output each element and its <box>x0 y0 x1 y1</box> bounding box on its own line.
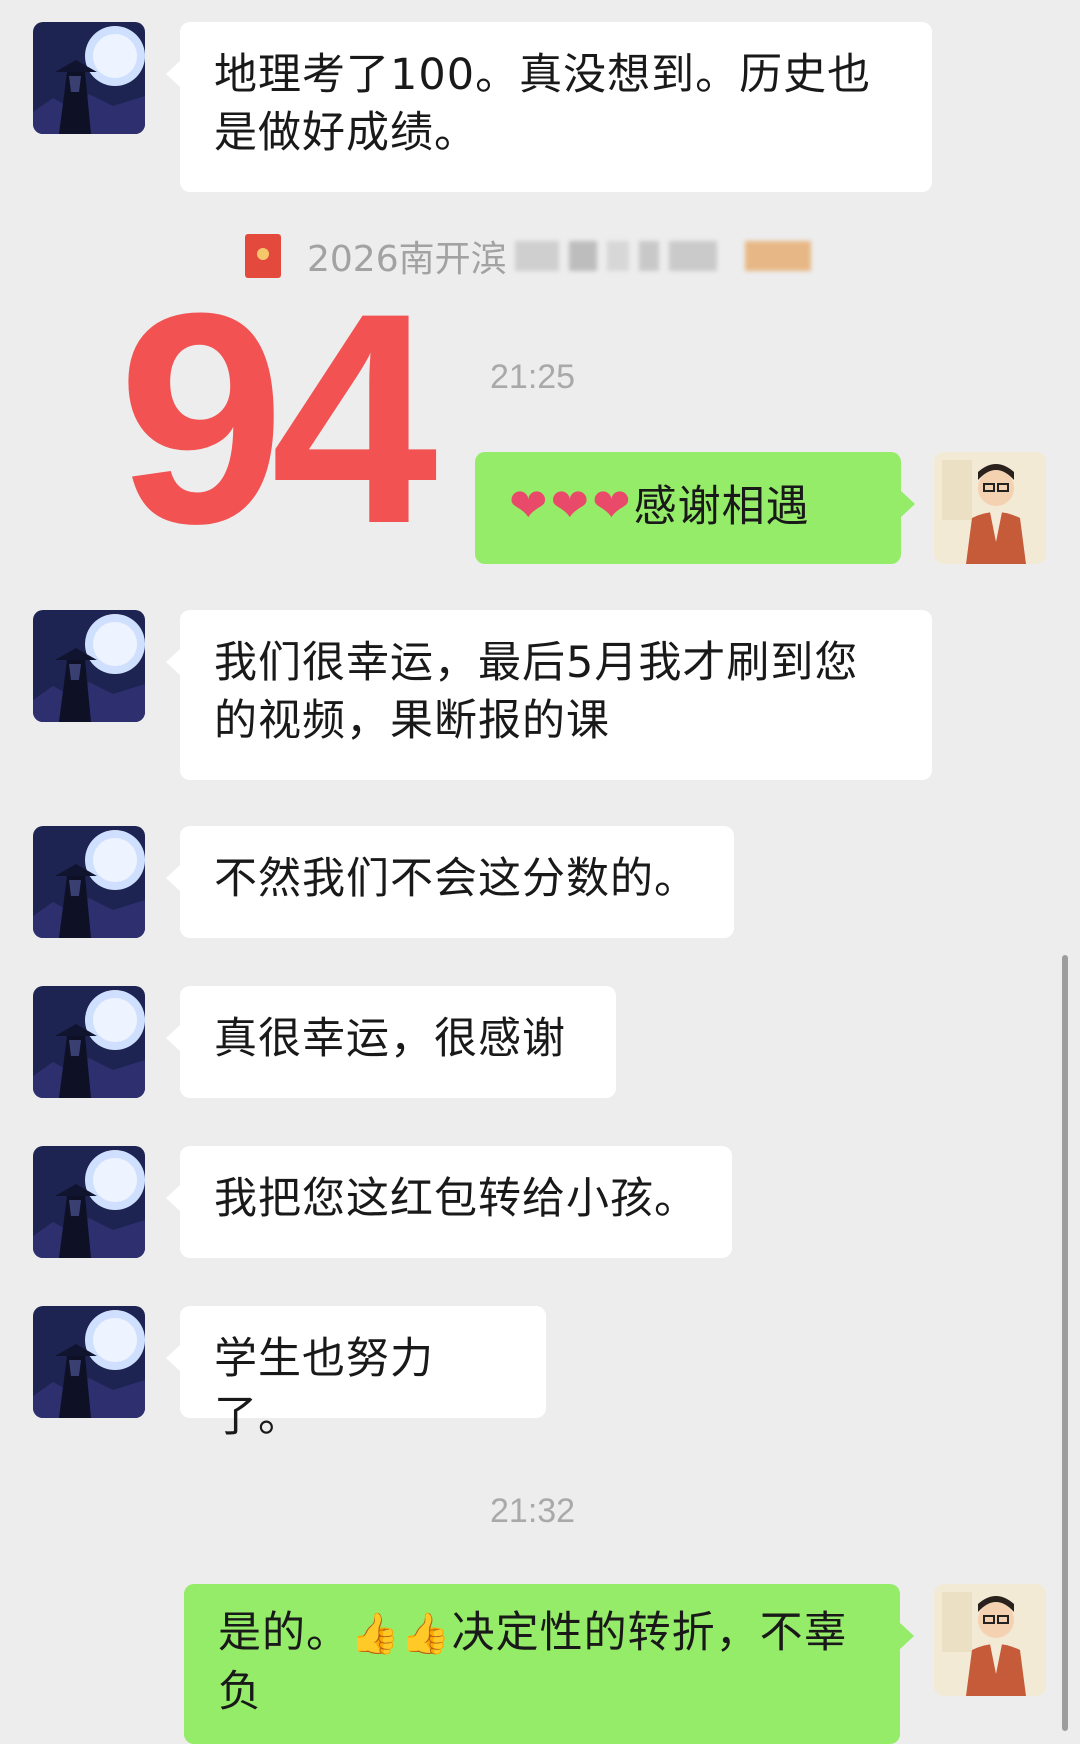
message-bubble[interactable]: 不然我们不会这分数的。 <box>166 826 734 938</box>
message-bubble[interactable]: 我把您这红包转给小孩。 <box>166 1146 732 1258</box>
message-bubble[interactable]: 真很幸运，很感谢 <box>166 986 616 1098</box>
timestamp: 21:25 <box>490 358 576 396</box>
my-avatar[interactable] <box>934 1584 1046 1696</box>
thumbs-up-icon: 👍 <box>400 1611 452 1657</box>
contact-avatar[interactable] <box>33 22 145 134</box>
heart-icon: ❤ <box>592 478 632 532</box>
contact-avatar[interactable] <box>33 986 145 1098</box>
contact-avatar[interactable] <box>33 826 145 938</box>
contact-avatar[interactable] <box>33 610 145 722</box>
my-avatar[interactable] <box>934 452 1046 564</box>
score-overlay: 94 <box>118 250 438 586</box>
message-text: 学生也努力了。 <box>214 1334 434 1442</box>
message-text: 真很幸运，很感谢 <box>214 1014 566 1064</box>
timestamp: 21:32 <box>490 1492 576 1530</box>
thumbs-up-icon: 👍 <box>350 1611 401 1657</box>
message-bubble[interactable]: 我们很幸运，最后5月我才刷到您的视频，果断报的课 <box>166 610 932 780</box>
heart-icon: ❤ <box>550 478 591 532</box>
message-bubble-outgoing[interactable]: ❤❤❤感谢相遇 <box>475 452 915 564</box>
contact-avatar[interactable] <box>33 1146 145 1258</box>
redacted-text <box>514 241 821 271</box>
message-bubble[interactable]: 学生也努力了。 <box>166 1306 546 1442</box>
message-text: 不然我们不会这分数的。 <box>214 854 698 904</box>
message-text: 是的。 <box>218 1608 350 1658</box>
contact-avatar[interactable] <box>33 1306 145 1418</box>
message-text: 我把您这红包转给小孩。 <box>214 1174 698 1224</box>
message-text: 我们很幸运，最后5月我才刷到您的视频，果断报的课 <box>214 638 859 746</box>
heart-icon: ❤ <box>509 478 549 532</box>
message-text: 地理考了100。真没想到。历史也是做好成绩。 <box>214 50 872 158</box>
scrollbar[interactable] <box>1062 955 1068 1731</box>
message-text: 感谢相遇 <box>633 482 810 532</box>
message-bubble-outgoing[interactable]: 是的。👍👍决定性的转折，不辜负 <box>184 1584 914 1744</box>
message-bubble[interactable]: 地理考了100。真没想到。历史也是做好成绩。 <box>166 22 932 192</box>
